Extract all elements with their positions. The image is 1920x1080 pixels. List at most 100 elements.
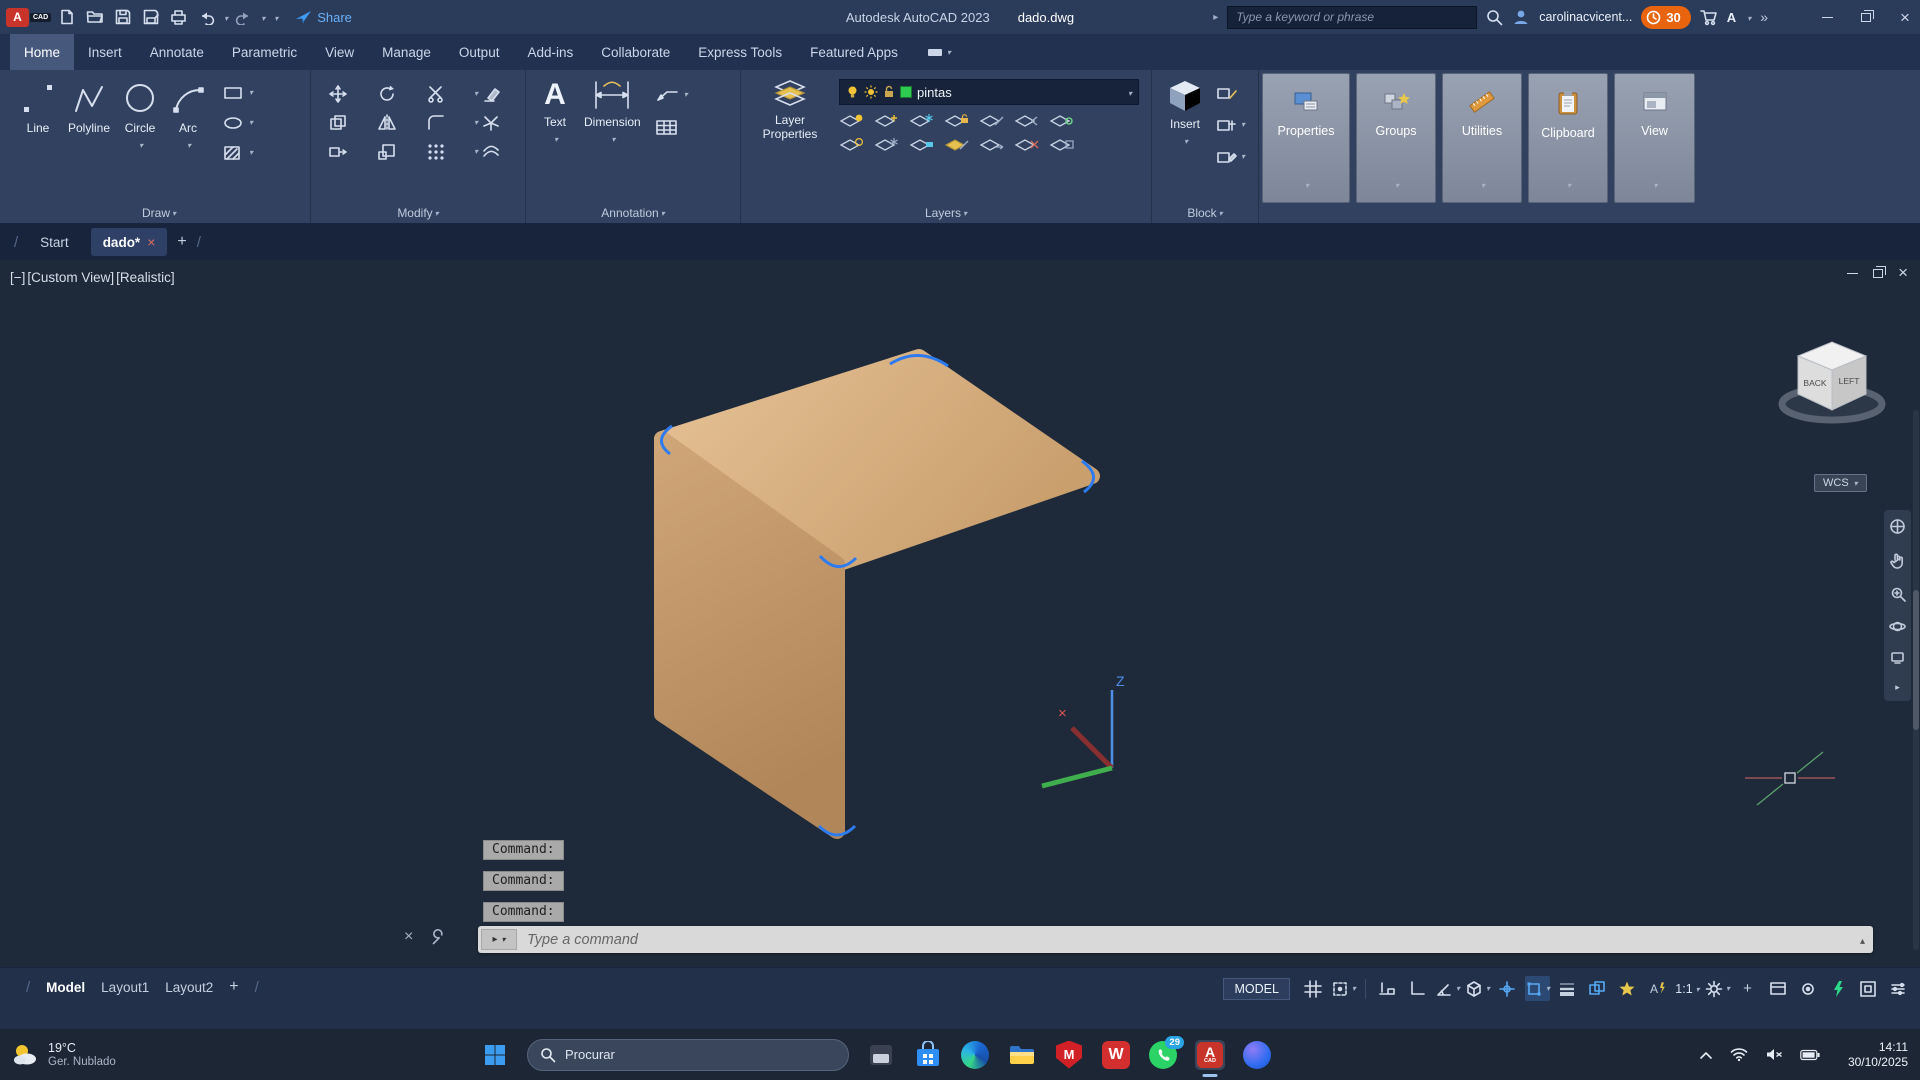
viewport-minimize-icon[interactable] [1847, 273, 1858, 274]
tab-home[interactable]: Home [10, 34, 74, 70]
text-button[interactable]: A Text [540, 75, 570, 201]
save-as-icon[interactable] [138, 5, 163, 30]
share-button[interactable]: Share [295, 10, 352, 25]
minimize-button[interactable] [1812, 2, 1842, 32]
annotation-visibility-icon[interactable] [1615, 976, 1640, 1001]
tab-add-ins[interactable]: Add-ins [513, 34, 587, 70]
arc-button[interactable]: Arc [166, 75, 210, 201]
microsoft-store-icon[interactable] [913, 1040, 943, 1070]
isometric-drafting-icon[interactable] [1465, 976, 1490, 1001]
model-space-button[interactable]: MODEL [1223, 978, 1289, 1000]
layer-properties-button[interactable]: LayerProperties [751, 75, 829, 201]
new-layout-button[interactable] [229, 978, 238, 996]
panel-label-modify[interactable]: Modify [311, 206, 525, 220]
panel-label-annotation[interactable]: Annotation [526, 206, 740, 220]
wcs-button[interactable]: WCS [1814, 474, 1867, 492]
taskbar-search[interactable] [527, 1039, 849, 1071]
panel-label-layers[interactable]: Layers [741, 206, 1151, 220]
dynamic-input-icon[interactable] [1375, 976, 1400, 1001]
fillet-tool-icon[interactable] [423, 112, 448, 133]
command-close-icon[interactable] [404, 928, 413, 946]
layer-lock-icon[interactable] [944, 113, 970, 129]
ribbon-display-options[interactable] [928, 34, 951, 70]
scale-tool-icon[interactable] [374, 141, 399, 162]
layer-merge-icon[interactable] [979, 137, 1005, 153]
search-icon[interactable] [1486, 9, 1503, 26]
layer-freeze-icon[interactable] [909, 113, 935, 129]
clean-screen-icon[interactable] [1855, 976, 1880, 1001]
tab-annotate[interactable]: Annotate [136, 34, 218, 70]
ucs-icon[interactable]: Z × [1030, 670, 1150, 795]
layer-match-icon[interactable] [979, 113, 1005, 129]
layer-delete-icon[interactable] [1014, 137, 1040, 153]
undo-dropdown-icon[interactable] [224, 10, 228, 25]
layer-off-icon[interactable] [839, 113, 865, 129]
ellipse-tool-icon[interactable] [222, 111, 253, 135]
leader-tool-icon[interactable] [655, 83, 688, 107]
viewport-visual-style-control[interactable]: [Realistic] [116, 270, 175, 285]
tab-view[interactable]: View [311, 34, 368, 70]
username-label[interactable]: carolinacvicent... [1539, 10, 1632, 24]
command-wrench-icon[interactable] [429, 928, 447, 946]
open-folder-icon[interactable] [82, 5, 107, 30]
layout-tab-layout1[interactable]: Layout1 [101, 980, 149, 995]
snap-mode-icon[interactable] [1331, 976, 1356, 1001]
viewport-minimize-control[interactable]: [−] [10, 270, 25, 285]
navbar-expand-icon[interactable]: ▸ [1895, 682, 1900, 693]
whatsapp-icon[interactable]: 29 [1148, 1040, 1178, 1070]
tab-insert[interactable]: Insert [74, 34, 136, 70]
ortho-mode-icon[interactable] [1405, 976, 1430, 1001]
layer-states-icon[interactable] [1049, 137, 1075, 153]
file-tab-close-icon[interactable] [147, 234, 155, 250]
command-prompt-icon[interactable] [481, 929, 517, 950]
rectangle-tool-icon[interactable] [222, 81, 253, 105]
autodesk-account-icon[interactable]: A [1727, 10, 1736, 25]
pinned-app-dark-icon[interactable] [866, 1040, 896, 1070]
command-line-bar[interactable] [478, 926, 1873, 953]
move-tool-icon[interactable] [325, 83, 350, 104]
drawing-area[interactable]: [−] [Custom View] [Realistic] BACK LEFT … [0, 260, 1920, 967]
save-icon[interactable] [110, 5, 135, 30]
panel-properties[interactable]: Properties [1259, 70, 1353, 223]
file-tab-dado[interactable]: dado* [91, 228, 168, 256]
trial-badge[interactable]: 30 [1641, 6, 1690, 29]
table-tool-icon[interactable] [655, 116, 688, 140]
graphics-performance-icon[interactable] [1825, 976, 1850, 1001]
workspace-switching-icon[interactable] [1705, 976, 1730, 1001]
tab-express-tools[interactable]: Express Tools [684, 34, 796, 70]
undo-icon[interactable] [194, 5, 219, 30]
autocad-logo[interactable]: A CAD [6, 8, 51, 27]
tray-chevron-icon[interactable] [1699, 1050, 1713, 1060]
layer-prev-icon[interactable] [1014, 113, 1040, 129]
cart-icon[interactable] [1700, 9, 1718, 26]
battery-icon[interactable] [1800, 1049, 1820, 1061]
viewport-view-control[interactable]: [Custom View] [27, 270, 114, 285]
redo-icon[interactable] [231, 5, 256, 30]
hatch-tool-icon[interactable] [222, 141, 253, 165]
user-icon[interactable] [1512, 8, 1530, 26]
search-expand-icon[interactable]: ▸ [1213, 12, 1218, 23]
start-button[interactable] [480, 1040, 510, 1070]
lineweight-icon[interactable] [1555, 976, 1580, 1001]
command-history-expand-icon[interactable] [1860, 931, 1873, 949]
taskbar-clock[interactable]: 14:11 30/10/2025 [1848, 1040, 1908, 1070]
tab-manage[interactable]: Manage [368, 34, 445, 70]
viewport-restore-icon[interactable] [1873, 269, 1883, 278]
tab-output[interactable]: Output [445, 34, 514, 70]
annotation-monitor-icon[interactable]: + [1735, 976, 1760, 1001]
dimension-button[interactable]: Dimension [580, 75, 645, 201]
tab-featured-apps[interactable]: Featured Apps [796, 34, 912, 70]
layer-current-icon[interactable] [944, 137, 970, 153]
selection-cycling-icon[interactable] [1585, 976, 1610, 1001]
zoom-icon[interactable] [1890, 586, 1906, 602]
panel-view[interactable]: View [1611, 70, 1698, 223]
pan-icon[interactable] [1890, 552, 1906, 569]
line-button[interactable]: Line [16, 75, 60, 201]
autocad-taskbar-icon[interactable]: A CAD [1195, 1040, 1225, 1070]
grid-display-icon[interactable] [1301, 976, 1326, 1001]
taskbar-search-input[interactable] [565, 1047, 785, 1062]
viewport-close-icon[interactable] [1898, 264, 1908, 283]
panel-label-draw[interactable]: Draw [8, 206, 310, 220]
tab-parametric[interactable]: Parametric [218, 34, 311, 70]
redo-dropdown-icon[interactable] [261, 10, 265, 25]
